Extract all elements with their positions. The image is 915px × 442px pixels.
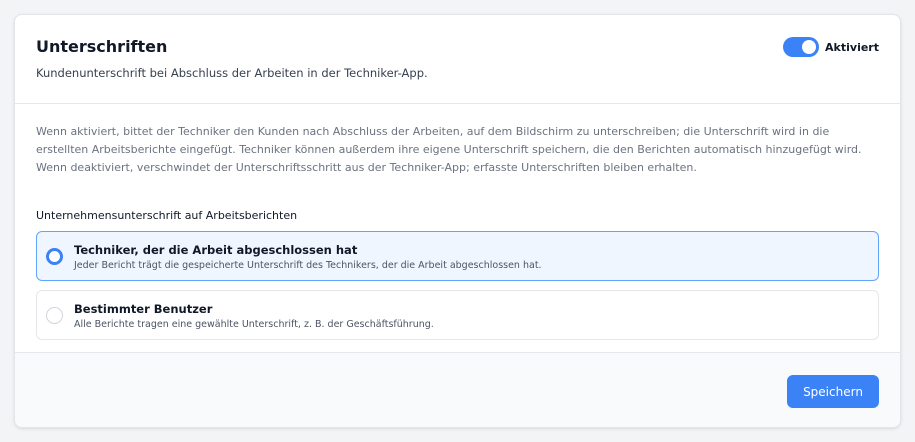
- page-title: Unterschriften: [36, 37, 168, 56]
- option-specific-user-title: Bestimmter Benutzer: [74, 302, 213, 316]
- option-specific-user[interactable]: Bestimmter Benutzer Alle Berichte tragen…: [36, 290, 879, 340]
- enabled-toggle-group: Aktiviert: [783, 37, 879, 57]
- signature-settings-card: Unterschriften Kundenunterschrift bei Ab…: [14, 14, 901, 428]
- option-technician-description: Jeder Bericht trägt die gespeicherte Unt…: [74, 260, 542, 271]
- save-button[interactable]: Speichern: [787, 375, 879, 408]
- feature-description: Wenn aktiviert, bittet der Techniker den…: [36, 125, 862, 174]
- radio-specific-user[interactable]: [46, 307, 63, 324]
- enabled-toggle-label: Aktiviert: [825, 40, 879, 54]
- option-specific-user-description: Alle Berichte tragen eine gewählte Unter…: [74, 319, 434, 330]
- option-technician-title: Techniker, der die Arbeit abgeschlossen …: [74, 243, 358, 257]
- toggle-knob: [802, 40, 817, 54]
- card-body: Wenn aktiviert, bittet der Techniker den…: [15, 105, 900, 352]
- company-signature-label: Unternehmensunterschrift auf Arbeitsberi…: [36, 209, 298, 222]
- option-technician[interactable]: Techniker, der die Arbeit abgeschlossen …: [36, 231, 879, 281]
- card-footer: Speichern: [15, 352, 900, 427]
- radio-technician[interactable]: [46, 248, 63, 265]
- card-header: Unterschriften Kundenunterschrift bei Ab…: [15, 15, 900, 104]
- page-subtitle: Kundenunterschrift bei Abschluss der Arb…: [36, 66, 428, 80]
- enabled-toggle[interactable]: [783, 37, 820, 57]
